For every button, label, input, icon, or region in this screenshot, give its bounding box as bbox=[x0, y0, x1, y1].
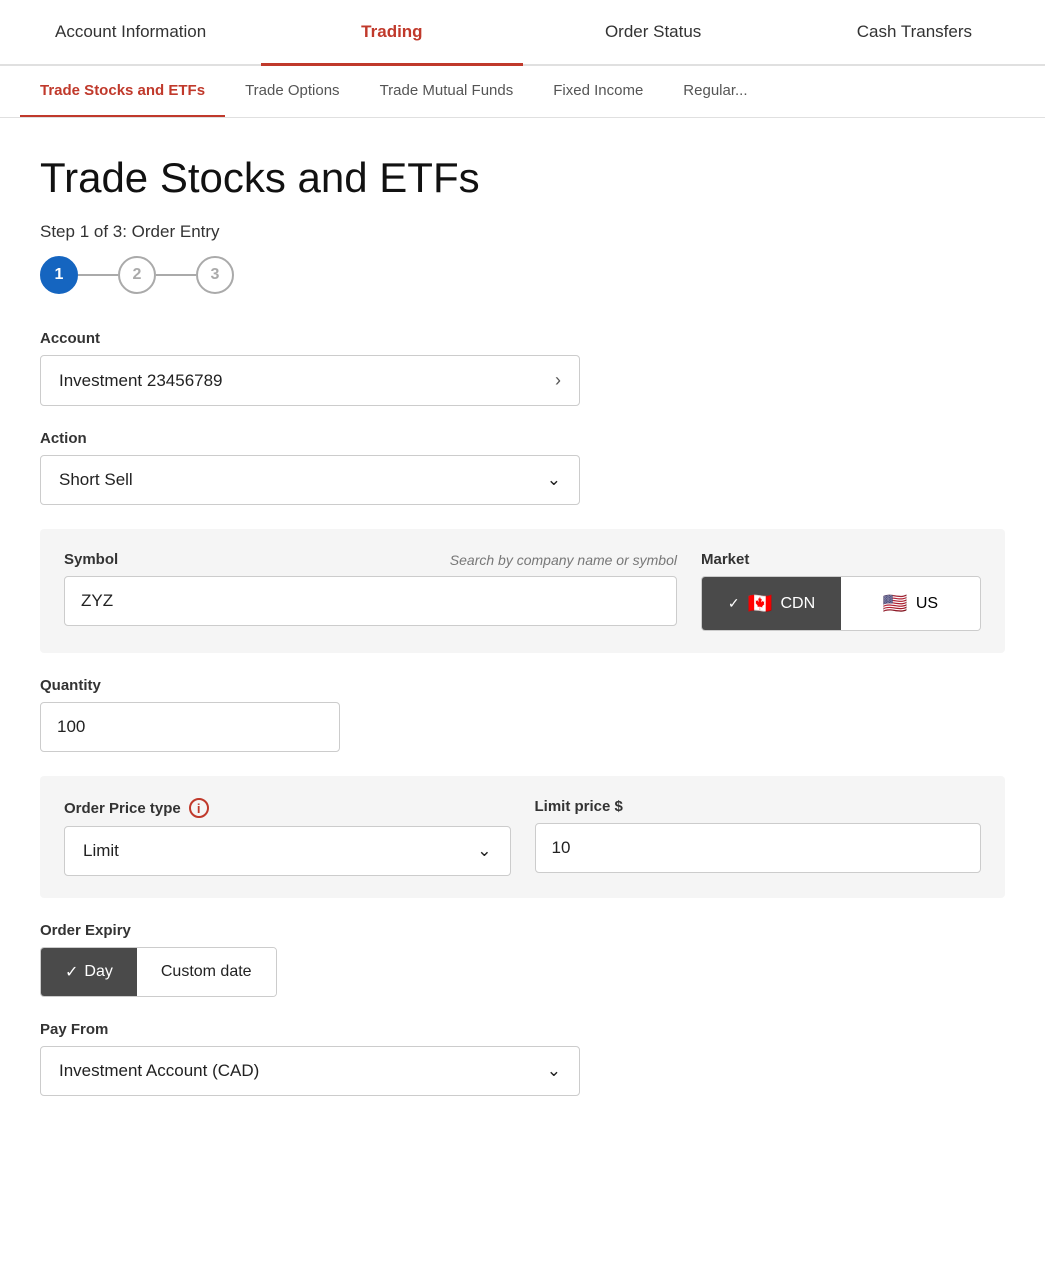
order-expiry-label: Order Expiry bbox=[40, 922, 1005, 939]
account-section: Account Investment 23456789 › bbox=[40, 330, 1005, 406]
action-section: Action Short Sell ⌄ bbox=[40, 430, 1005, 505]
chevron-down-icon-pay: ⌄ bbox=[547, 1061, 561, 1081]
quantity-section: Quantity bbox=[40, 677, 1005, 752]
cdn-flag-icon: 🇨🇦 bbox=[748, 591, 773, 616]
page-title: Trade Stocks and ETFs bbox=[40, 154, 1005, 202]
day-label: Day bbox=[84, 963, 112, 981]
symbol-market-section: Symbol Search by company name or symbol … bbox=[40, 529, 1005, 653]
pay-from-section: Pay From Investment Account (CAD) ⌄ bbox=[40, 1021, 1005, 1096]
custom-date-label: Custom date bbox=[161, 963, 252, 981]
order-price-label: Order Price type bbox=[64, 800, 181, 817]
price-type-value: Limit bbox=[83, 841, 119, 861]
nav-trading[interactable]: Trading bbox=[261, 0, 522, 64]
quantity-label: Quantity bbox=[40, 677, 1005, 694]
market-col: Market ✓ 🇨🇦 CDN 🇺🇸 US bbox=[701, 551, 981, 631]
account-value: Investment 23456789 bbox=[59, 371, 223, 391]
step-line-2 bbox=[156, 274, 196, 276]
pay-from-dropdown[interactable]: Investment Account (CAD) ⌄ bbox=[40, 1046, 580, 1096]
chevron-down-icon-price: ⌄ bbox=[477, 841, 491, 861]
market-us-button[interactable]: 🇺🇸 US bbox=[841, 577, 980, 630]
market-toggle: ✓ 🇨🇦 CDN 🇺🇸 US bbox=[701, 576, 981, 631]
step-2-circle: 2 bbox=[118, 256, 156, 294]
info-icon[interactable]: i bbox=[189, 798, 209, 818]
action-label: Action bbox=[40, 430, 1005, 447]
chevron-down-icon: ⌄ bbox=[547, 470, 561, 490]
market-cdn-button[interactable]: ✓ 🇨🇦 CDN bbox=[702, 577, 841, 630]
quantity-input[interactable] bbox=[40, 702, 340, 752]
nav-cash-transfers[interactable]: Cash Transfers bbox=[784, 0, 1045, 64]
step-line-1 bbox=[78, 274, 118, 276]
action-dropdown[interactable]: Short Sell ⌄ bbox=[40, 455, 580, 505]
account-selector[interactable]: Investment 23456789 › bbox=[40, 355, 580, 406]
limit-price-label: Limit price $ bbox=[535, 798, 982, 815]
symbol-hint: Search by company name or symbol bbox=[450, 552, 677, 568]
expiry-custom-button[interactable]: Custom date bbox=[137, 948, 276, 996]
subnav-trade-options[interactable]: Trade Options bbox=[225, 66, 360, 117]
account-label: Account bbox=[40, 330, 1005, 347]
expiry-day-button[interactable]: ✓ Day bbox=[41, 948, 137, 996]
subnav-trade-mutual-funds[interactable]: Trade Mutual Funds bbox=[360, 66, 534, 117]
main-content: Trade Stocks and ETFs Step 1 of 3: Order… bbox=[0, 118, 1045, 1160]
subnav-trade-stocks[interactable]: Trade Stocks and ETFs bbox=[20, 66, 225, 117]
nav-order-status[interactable]: Order Status bbox=[523, 0, 784, 64]
chevron-right-icon: › bbox=[555, 370, 561, 391]
step-label: Step 1 of 3: Order Entry bbox=[40, 222, 1005, 242]
step-3-circle: 3 bbox=[196, 256, 234, 294]
limit-price-col: Limit price $ bbox=[535, 798, 982, 873]
order-price-col: Order Price type i Limit ⌄ bbox=[64, 798, 511, 876]
order-expiry-section: Order Expiry ✓ Day Custom date bbox=[40, 922, 1005, 997]
pay-from-value: Investment Account (CAD) bbox=[59, 1061, 259, 1081]
action-value: Short Sell bbox=[59, 470, 133, 490]
expiry-toggle: ✓ Day Custom date bbox=[40, 947, 277, 997]
subnav-regular[interactable]: Regular... bbox=[663, 66, 767, 117]
step-1-circle: 1 bbox=[40, 256, 78, 294]
symbol-input[interactable] bbox=[64, 576, 677, 626]
order-price-section: Order Price type i Limit ⌄ Limit price $ bbox=[40, 776, 1005, 898]
check-icon: ✓ bbox=[728, 595, 740, 612]
market-label: Market bbox=[701, 551, 981, 568]
subnav-fixed-income[interactable]: Fixed Income bbox=[533, 66, 663, 117]
limit-price-input[interactable] bbox=[535, 823, 982, 873]
check-day-icon: ✓ bbox=[65, 962, 78, 982]
step-indicator: 1 2 3 bbox=[40, 256, 1005, 294]
nav-account-information[interactable]: Account Information bbox=[0, 0, 261, 64]
us-label: US bbox=[916, 595, 938, 613]
symbol-label: Symbol bbox=[64, 551, 118, 568]
sub-nav: Trade Stocks and ETFs Trade Options Trad… bbox=[0, 66, 1045, 118]
price-type-dropdown[interactable]: Limit ⌄ bbox=[64, 826, 511, 876]
cdn-label: CDN bbox=[780, 595, 815, 613]
top-nav: Account Information Trading Order Status… bbox=[0, 0, 1045, 66]
symbol-col: Symbol Search by company name or symbol bbox=[64, 551, 677, 626]
pay-from-label: Pay From bbox=[40, 1021, 1005, 1038]
us-flag-icon: 🇺🇸 bbox=[883, 591, 908, 616]
